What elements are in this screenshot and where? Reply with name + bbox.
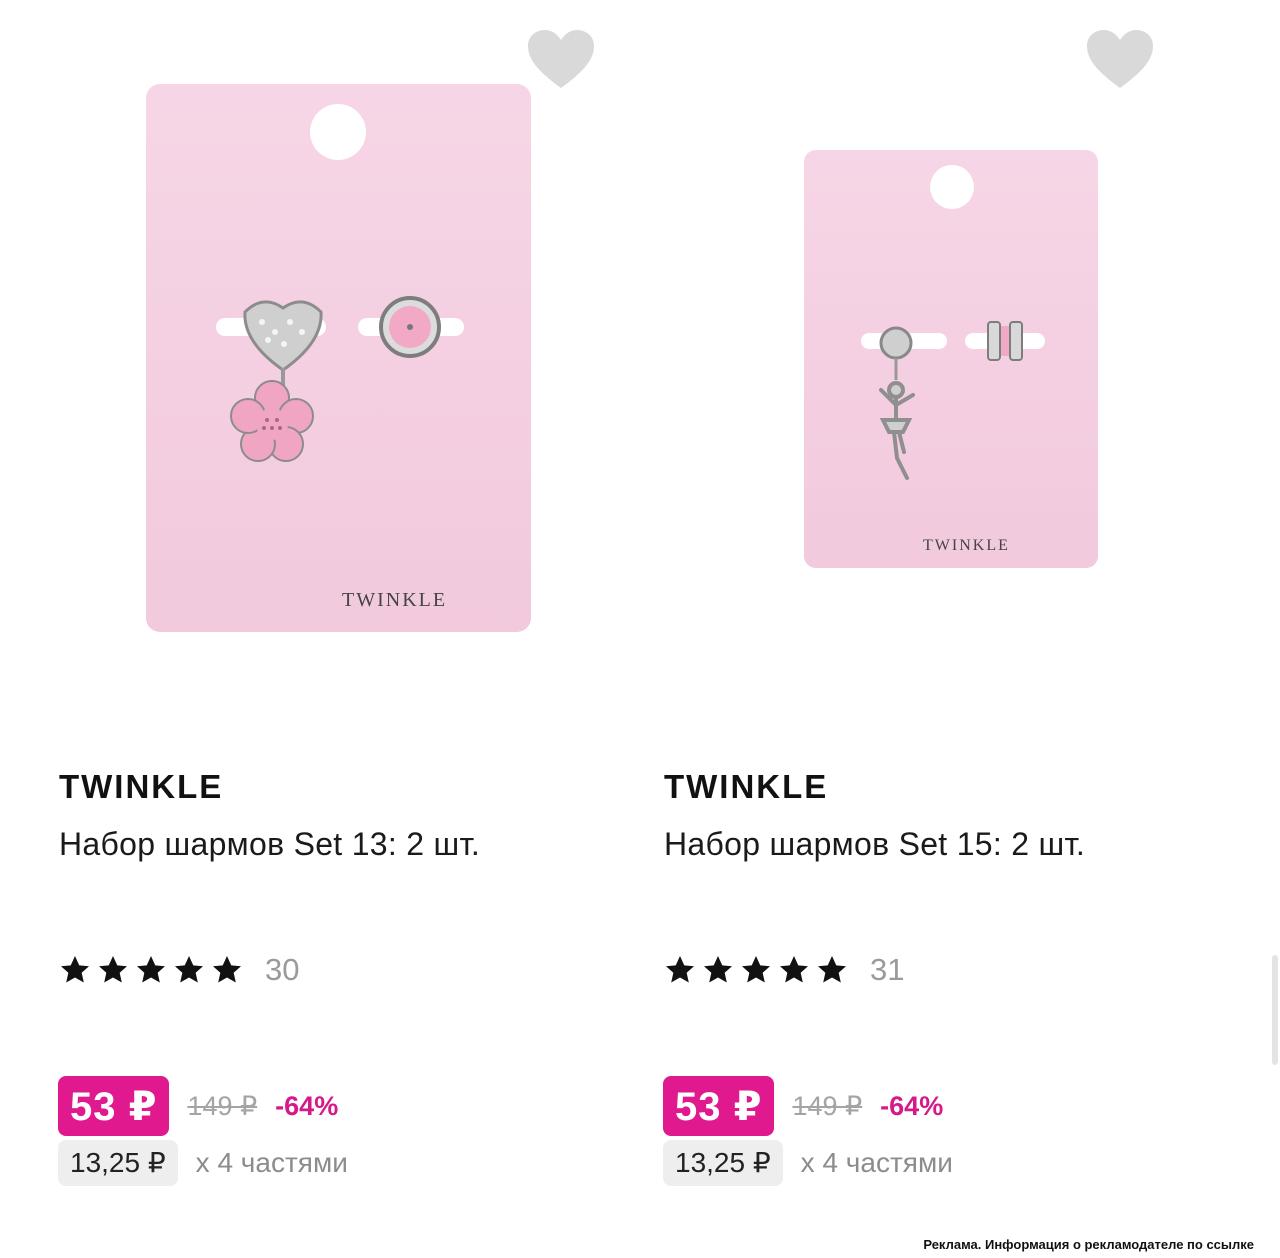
product-brand[interactable]: TWINKLE — [664, 768, 828, 806]
product-grid: TWINKLE TWINKLE Набор шармов Set 13: 2 ш… — [0, 0, 1280, 1258]
ad-disclaimer-link[interactable]: Реклама. Информация о рекламодателе по с… — [923, 1237, 1254, 1252]
rating-stars — [664, 954, 848, 986]
svg-text:TWINKLE: TWINKLE — [342, 589, 447, 611]
heart-icon[interactable] — [526, 28, 596, 92]
star-icon — [213, 956, 241, 983]
star-icon — [704, 956, 732, 983]
star-icon — [780, 956, 808, 983]
review-count: 31 — [870, 952, 905, 987]
star-icon — [61, 956, 89, 983]
scrollbar[interactable] — [1272, 955, 1278, 1065]
discount-label: -64% — [880, 1090, 944, 1121]
star-icon — [666, 956, 694, 983]
installment-text: х 4 частями — [800, 1147, 953, 1178]
heart-icon[interactable] — [1085, 28, 1155, 92]
product-card[interactable]: TWINKLE TWINKLE Набор шармов Set 15: 2 ш… — [645, 0, 1225, 1220]
current-price: 53 ₽ — [58, 1076, 170, 1136]
product-image[interactable]: TWINKLE — [40, 0, 620, 740]
discount-label: -64% — [275, 1090, 339, 1121]
installment-row: 13,25 ₽ х 4 частями — [663, 1140, 953, 1186]
product-photo: TWINKLE — [146, 84, 531, 632]
star-icon — [818, 956, 846, 983]
rating-stars — [59, 954, 243, 986]
star-icon — [137, 956, 165, 983]
product-rating: 31 — [664, 952, 904, 988]
svg-text:TWINKLE: TWINKLE — [923, 537, 1010, 554]
installment-text: х 4 частями — [195, 1147, 348, 1178]
product-image[interactable]: TWINKLE — [645, 0, 1225, 740]
product-brand[interactable]: TWINKLE — [59, 768, 223, 806]
installment-price[interactable]: 13,25 ₽ — [663, 1140, 783, 1186]
old-price: 149 ₽ — [792, 1090, 863, 1121]
review-count: 30 — [265, 952, 300, 987]
product-title[interactable]: Набор шармов Set 15: 2 шт. — [664, 826, 1085, 863]
star-icon — [175, 956, 203, 983]
product-rating: 30 — [59, 952, 299, 988]
old-price: 149 ₽ — [187, 1090, 258, 1121]
installment-row: 13,25 ₽ х 4 частями — [58, 1140, 348, 1186]
price-row: 53 ₽ 149 ₽ -64% — [663, 1076, 943, 1136]
price-row: 53 ₽ 149 ₽ -64% — [58, 1076, 338, 1136]
product-photo: TWINKLE — [804, 150, 1098, 568]
product-title[interactable]: Набор шармов Set 13: 2 шт. — [59, 826, 480, 863]
installment-price[interactable]: 13,25 ₽ — [58, 1140, 178, 1186]
star-icon — [742, 956, 770, 983]
current-price: 53 ₽ — [663, 1076, 775, 1136]
product-card[interactable]: TWINKLE TWINKLE Набор шармов Set 13: 2 ш… — [40, 0, 620, 1220]
star-icon — [99, 956, 127, 983]
